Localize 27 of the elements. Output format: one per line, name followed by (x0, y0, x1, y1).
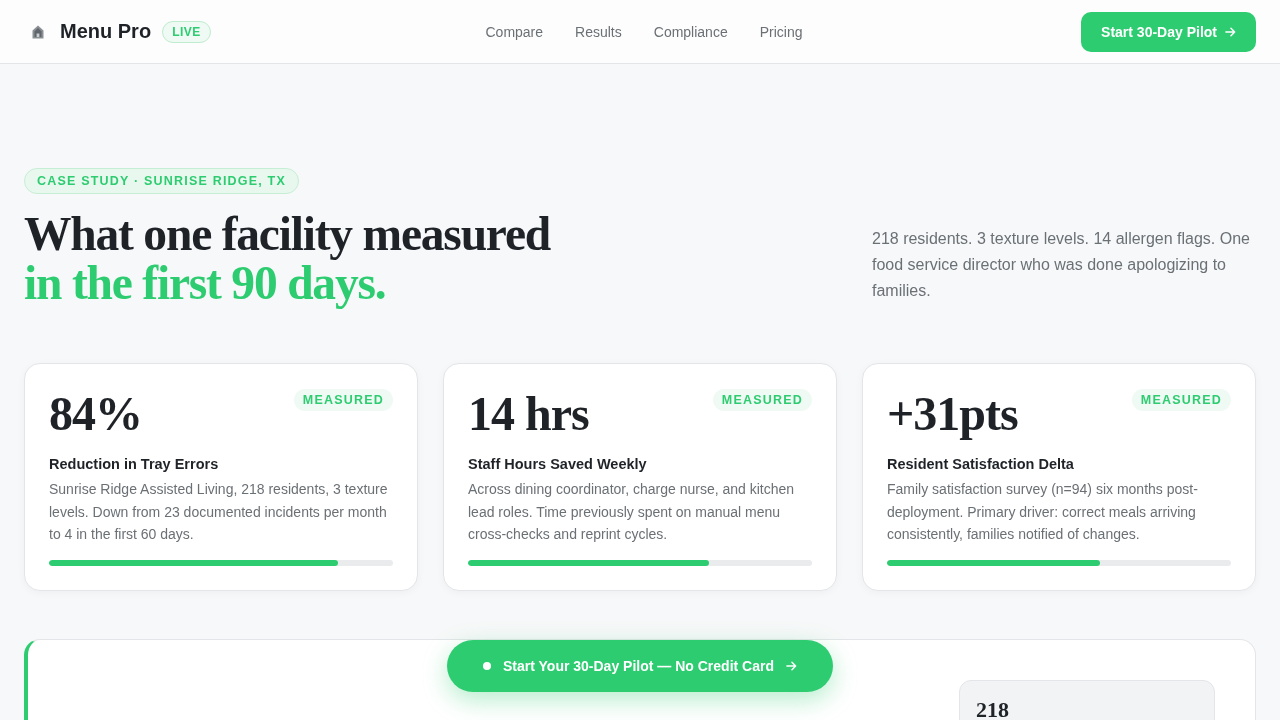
metric-description: Family satisfaction survey (n=94) six months post-deployment. Primary driver: correct meals arriving consistently, families notified of changes. (887, 480, 1199, 544)
house-icon (32, 24, 44, 39)
brand-name[interactable]: Menu Pro (60, 20, 152, 43)
metric-value: +31pts (887, 388, 1018, 440)
arrow-right-icon (786, 661, 797, 671)
dot-icon (483, 662, 491, 670)
case-study-tag: CASE STUDY · SUNRISE RIDGE, TX (24, 168, 299, 194)
metric-description: Across dining coordinator, charge nurse, and kitchen lead roles. Time previously spent on manual menu cross-checks and reprint cycles. (468, 480, 796, 544)
measured-badge: MEASURED (293, 389, 393, 411)
metric-value: 14 hrs (468, 388, 589, 440)
headline-accent: in the first 90 days. (24, 259, 387, 308)
arrow-right-icon (1225, 26, 1236, 37)
nav-link[interactable]: Compliance (653, 23, 728, 40)
metric-value: 84% (49, 388, 142, 440)
metric-description: Sunrise Ridge Assisted Living, 218 residents, 3 texture levels. Down from 23 documented incidents per month to 4 in the first 60 days. (49, 480, 389, 544)
live-badge: LIVE (162, 20, 211, 43)
intro-paragraph: 218 residents. 3 texture levels. 14 allergen flags. One food service director who was done apologizing to families. (872, 229, 1251, 301)
metric-title: Resident Satisfaction Delta (887, 455, 1075, 474)
measured-badge: MEASURED (1131, 389, 1231, 411)
nav-link[interactable]: Pricing (759, 23, 803, 40)
nav-link[interactable]: Compare (485, 23, 544, 40)
headline: What one facility measured (24, 210, 550, 259)
stat-value: 218 (976, 697, 1009, 720)
metric-title: Staff Hours Saved Weekly (468, 455, 648, 474)
metric-title: Reduction in Tray Errors (49, 455, 220, 474)
nav-link[interactable]: Results (575, 23, 622, 40)
measured-badge: MEASURED (712, 389, 812, 411)
